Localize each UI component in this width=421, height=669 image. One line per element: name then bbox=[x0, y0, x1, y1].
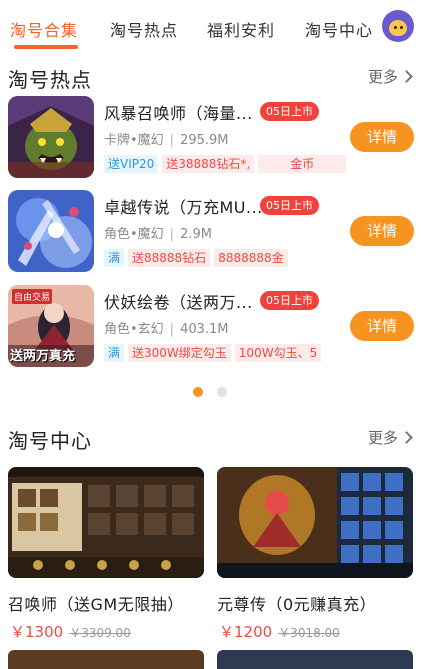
avatar[interactable] bbox=[382, 10, 414, 42]
tab-welfare[interactable]: 福利安利 bbox=[207, 17, 275, 41]
original-price: ￥3018.00 bbox=[278, 626, 340, 640]
game-meta: 卡牌•魔幻 | 295.9M bbox=[104, 133, 229, 148]
game-icon: 自由交易 送两万真充 bbox=[8, 285, 94, 367]
original-price: ￥3309.00 bbox=[69, 626, 131, 640]
chevron-right-icon bbox=[400, 70, 413, 83]
game-row[interactable]: 卓越传说（万充MU... 05日上市 角色•魔幻 | 2.9M 满送88888钻石 8… bbox=[0, 190, 421, 274]
game-genre: 卡牌•魔幻 bbox=[104, 133, 164, 148]
pager-dot-active[interactable] bbox=[193, 387, 203, 397]
pager-dot[interactable] bbox=[217, 387, 227, 397]
tag: 送38888钻石*, bbox=[162, 155, 255, 173]
account-card-partial[interactable] bbox=[217, 650, 413, 669]
detail-button[interactable]: 详情 bbox=[350, 122, 414, 152]
game-name: 卓越传说（万充MU... bbox=[104, 198, 263, 217]
game-meta: 角色•玄幻 | 403.1M bbox=[104, 322, 229, 337]
game-tags: 满送300W绑定勾玉 100W勾玉、5 bbox=[104, 342, 325, 362]
tag: 8888888金 bbox=[214, 249, 288, 267]
release-badge: 05日上市 bbox=[260, 102, 319, 121]
game-row[interactable]: 风暴召唤师（海量... 05日上市 卡牌•魔幻 | 295.9M 送VIP20 送38… bbox=[0, 96, 421, 180]
game-genre: 角色•魔幻 bbox=[104, 227, 164, 242]
center-more-link[interactable]: 更多 bbox=[367, 427, 413, 448]
card-screenshot bbox=[217, 467, 413, 578]
hot-more-link[interactable]: 更多 bbox=[367, 66, 413, 87]
account-card[interactable]: 召唤师（送GM无限抽） ￥1300 ￥3309.00 bbox=[8, 467, 204, 641]
release-badge: 05日上市 bbox=[260, 291, 319, 310]
tab-taohao-hot[interactable]: 淘号热点 bbox=[110, 17, 178, 41]
game-tags: 满送88888钻石 8888888金 bbox=[104, 247, 292, 267]
card-price: ￥1200 ￥3018.00 bbox=[219, 621, 340, 642]
game-icon bbox=[8, 96, 94, 178]
tag: 送VIP20 bbox=[104, 155, 159, 173]
game-genre: 角色•玄幻 bbox=[104, 322, 164, 337]
card-title: 召唤师（送GM无限抽） bbox=[8, 595, 184, 614]
active-tab-indicator bbox=[14, 45, 78, 49]
tab-taohao-collection[interactable]: 淘号合集 bbox=[10, 17, 78, 41]
detail-button[interactable]: 详情 bbox=[350, 216, 414, 246]
game-size: 2.9M bbox=[180, 227, 212, 242]
release-badge: 05日上市 bbox=[260, 196, 319, 215]
tag: 满 bbox=[104, 344, 125, 362]
more-label: 更多 bbox=[367, 429, 398, 447]
game-name: 伏妖绘卷（送两万... bbox=[104, 293, 253, 312]
current-price: ￥1300 bbox=[10, 623, 64, 641]
card-price: ￥1300 ￥3309.00 bbox=[10, 621, 131, 642]
game-tags: 送VIP20 送38888钻石*, 金币 bbox=[104, 153, 350, 173]
account-card-partial[interactable] bbox=[8, 650, 204, 669]
tag: 送88888钻石 bbox=[128, 249, 211, 267]
card-screenshot bbox=[8, 467, 204, 578]
tag: 满 bbox=[104, 249, 125, 267]
game-size: 403.1M bbox=[180, 322, 229, 337]
account-card[interactable]: 元尊传（0元赚真充） ￥1200 ￥3018.00 bbox=[217, 467, 413, 641]
game-meta: 角色•魔幻 | 2.9M bbox=[104, 227, 212, 242]
tag: 送300W绑定勾玉 bbox=[128, 344, 231, 362]
game-row[interactable]: 自由交易 送两万真充 伏妖绘卷（送两万... 05日上市 角色•玄幻 | 403.1… bbox=[0, 285, 421, 369]
game-size: 295.9M bbox=[180, 133, 229, 148]
game-icon bbox=[8, 190, 94, 272]
more-label: 更多 bbox=[367, 68, 398, 86]
tab-taohao-center[interactable]: 淘号中心 bbox=[305, 17, 373, 41]
tag: 金币 bbox=[258, 155, 347, 173]
detail-button[interactable]: 详情 bbox=[350, 311, 414, 341]
game-name: 风暴召唤师（海量... bbox=[104, 104, 253, 123]
hot-section-title: 淘号热点 bbox=[8, 68, 92, 92]
chevron-right-icon bbox=[400, 431, 413, 444]
top-tab-bar: 淘号合集 淘号热点 福利安利 淘号中心 bbox=[0, 0, 421, 54]
card-title: 元尊传（0元赚真充） bbox=[217, 595, 377, 614]
thumb-caption-bottom: 送两万真充 bbox=[10, 349, 76, 364]
thumb-caption-top: 自由交易 bbox=[12, 289, 53, 304]
tag: 100W勾玉、5 bbox=[234, 344, 322, 362]
current-price: ￥1200 bbox=[219, 623, 273, 641]
center-section-title: 淘号中心 bbox=[8, 429, 92, 453]
